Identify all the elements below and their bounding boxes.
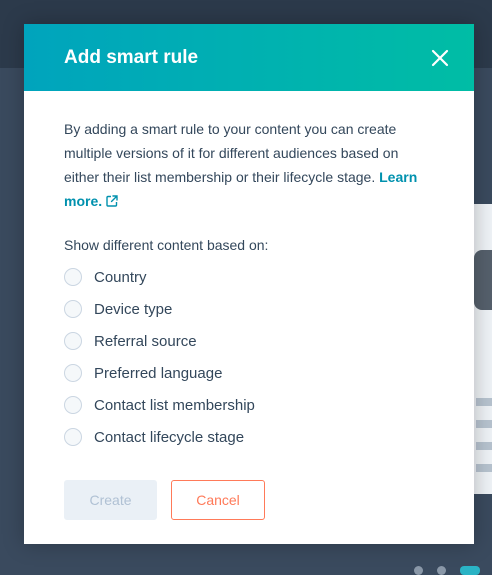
radio-label: Country [94, 268, 147, 286]
cancel-button[interactable]: Cancel [171, 480, 265, 520]
external-link-icon [106, 195, 118, 207]
radio-option-contact-list-membership[interactable]: Contact list membership [64, 389, 434, 421]
radio-option-preferred-language[interactable]: Preferred language [64, 357, 434, 389]
radio-button[interactable] [64, 300, 82, 318]
create-button[interactable]: Create [64, 480, 157, 520]
radio-label: Device type [94, 300, 173, 318]
rule-type-radio-group: Country Device type Referral source Pref… [64, 261, 434, 453]
radio-label: Preferred language [94, 364, 223, 382]
radio-button[interactable] [64, 364, 82, 382]
radio-label: Referral source [94, 332, 197, 350]
dialog-header: Add smart rule [24, 24, 474, 91]
content-basis-label: Show different content based on: [64, 237, 269, 253]
background-card [474, 204, 492, 494]
background-carousel-dots [414, 566, 480, 575]
add-smart-rule-dialog: Add smart rule By adding a smart rule to… [24, 24, 474, 544]
dialog-footer: Create Cancel [64, 480, 265, 520]
background-card-line [476, 442, 492, 450]
radio-option-device-type[interactable]: Device type [64, 293, 434, 325]
radio-button[interactable] [64, 396, 82, 414]
close-button[interactable] [428, 46, 452, 70]
description-text: By adding a smart rule to your content y… [64, 121, 399, 185]
radio-button[interactable] [64, 268, 82, 286]
carousel-dot [437, 566, 446, 575]
carousel-dot-active [460, 566, 480, 575]
dialog-description: By adding a smart rule to your content y… [64, 117, 434, 213]
background-card-line [476, 420, 492, 428]
carousel-dot [414, 566, 423, 575]
dialog-body: By adding a smart rule to your content y… [24, 91, 474, 453]
background-card-image [474, 250, 492, 310]
background-card-line [476, 464, 492, 472]
dialog-title: Add smart rule [64, 46, 199, 68]
radio-option-contact-lifecycle-stage[interactable]: Contact lifecycle stage [64, 421, 434, 453]
background-card-line [476, 398, 492, 406]
close-icon [431, 49, 449, 66]
radio-label: Contact lifecycle stage [94, 428, 245, 446]
radio-button[interactable] [64, 428, 82, 446]
radio-label: Contact list membership [94, 396, 255, 414]
radio-option-referral-source[interactable]: Referral source [64, 325, 434, 357]
radio-option-country[interactable]: Country [64, 261, 434, 293]
radio-button[interactable] [64, 332, 82, 350]
